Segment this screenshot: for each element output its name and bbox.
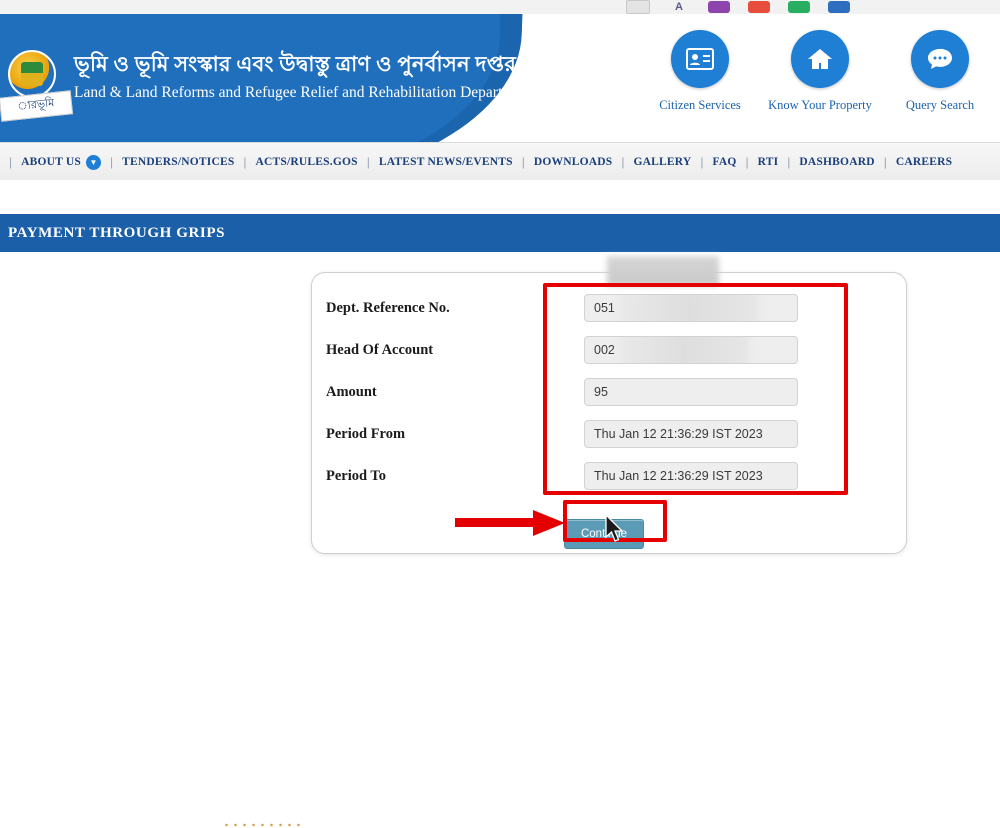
- form-row: Period To Thu Jan 12 21:36:29 IST 2023: [326, 455, 892, 497]
- masked-value-blur: [619, 295, 759, 321]
- nav-item-about-us[interactable]: ABOUT US ▼: [21, 154, 101, 170]
- period-from-field[interactable]: Thu Jan 12 21:36:29 IST 2023: [584, 420, 798, 448]
- nav-separator: |: [366, 155, 370, 169]
- header-quick-links: Citizen Services Know Your Property Quer…: [640, 30, 1000, 113]
- department-title-english: Land & Land Reforms and Refugee Relief a…: [74, 84, 534, 101]
- page-title-banner: PAYMENT THROUGH GRIPS: [0, 214, 1000, 252]
- quick-link-know-your-property[interactable]: Know Your Property: [760, 30, 880, 113]
- continue-button-wrap: Continue: [564, 519, 644, 549]
- purple-app-icon[interactable]: [708, 1, 730, 13]
- nav-separator: |: [110, 155, 114, 169]
- page-band-spacer: [0, 180, 1000, 216]
- quick-link-label: Query Search: [905, 98, 975, 112]
- nav-item-acts-rules-gos[interactable]: ACTS/RULES.GOS: [256, 156, 358, 168]
- home-icon: [791, 30, 849, 88]
- nav-item-dashboard[interactable]: DASHBOARD: [799, 156, 874, 168]
- form-row: Period From Thu Jan 12 21:36:29 IST 2023: [326, 413, 892, 455]
- form-row: Dept. Reference No. 051: [326, 287, 892, 329]
- emblem-disc-icon: [8, 50, 56, 98]
- period-from-label: Period From: [326, 425, 406, 442]
- nav-separator: |: [700, 155, 704, 169]
- head-of-account-label: Head Of Account: [326, 341, 434, 358]
- form-row: Amount 95: [326, 371, 892, 413]
- page-title: PAYMENT THROUGH GRIPS: [8, 224, 226, 241]
- masked-value-blur: [619, 337, 749, 363]
- quick-link-query-search[interactable]: Query Search: [880, 30, 1000, 113]
- nav-item-gallery[interactable]: GALLERY: [633, 156, 691, 168]
- nav-item-downloads[interactable]: DOWNLOADS: [534, 156, 612, 168]
- form-row: Head Of Account 002: [326, 329, 892, 371]
- nav-separator: |: [9, 155, 13, 169]
- chat-bubble-icon: [911, 30, 969, 88]
- nav-separator: |: [243, 155, 247, 169]
- chevron-down-icon: ▼: [86, 154, 101, 170]
- period-to-label: Period To: [326, 467, 387, 484]
- amount-label: Amount: [326, 383, 377, 400]
- window-icon[interactable]: [626, 0, 650, 14]
- nav-item-label: ABOUT US: [21, 156, 81, 168]
- period-from-value: Thu Jan 12 21:36:29 IST 2023: [594, 427, 763, 441]
- amount-field[interactable]: 95: [584, 378, 798, 406]
- browser-chrome-sliver: A: [0, 0, 1000, 15]
- blue-app-icon[interactable]: [828, 1, 850, 13]
- dept-reference-no-label: Dept. Reference No.: [326, 299, 450, 316]
- period-to-field[interactable]: Thu Jan 12 21:36:29 IST 2023: [584, 462, 798, 490]
- quick-link-citizen-services[interactable]: Citizen Services: [640, 30, 760, 113]
- id-card-icon: [671, 30, 729, 88]
- emblem-ribbon-text: ারভূমি: [16, 97, 55, 113]
- dept-reference-no-value: 051: [594, 301, 615, 315]
- letter-a-icon[interactable]: A: [668, 1, 690, 13]
- period-to-value: Thu Jan 12 21:36:29 IST 2023: [594, 469, 763, 483]
- nav-separator: |: [745, 155, 749, 169]
- decorative-dots: [222, 822, 302, 828]
- nav-item-tenders-notices[interactable]: TENDERS/NOTICES: [122, 156, 234, 168]
- quick-link-label: Know Your Property: [768, 98, 872, 112]
- head-of-account-value: 002: [594, 343, 615, 357]
- nav-item-rti[interactable]: RTI: [758, 156, 779, 168]
- head-of-account-field[interactable]: 002: [584, 336, 798, 364]
- dept-reference-no-field[interactable]: 051: [584, 294, 798, 322]
- nav-item-faq[interactable]: FAQ: [712, 156, 736, 168]
- nav-separator: |: [883, 155, 887, 169]
- nav-separator: |: [787, 155, 791, 169]
- quick-link-label: Citizen Services: [659, 98, 741, 112]
- department-title-bengali: ভূমি ও ভূমি সংস্কার এবং উদ্বাস্তু ত্রাণ …: [74, 52, 517, 76]
- amount-value: 95: [594, 385, 608, 399]
- browser-sliver-icons: A: [626, 0, 850, 14]
- nav-separator: |: [521, 155, 525, 169]
- site-header: ারভূমি ভূমি ও ভূমি সংস্কার এবং উদ্বাস্তু…: [0, 14, 1000, 142]
- green-app-icon[interactable]: [788, 1, 810, 13]
- red-app-icon[interactable]: [748, 1, 770, 13]
- main-content: Dept. Reference No. 051 Head Of Account …: [0, 256, 1000, 828]
- blurred-overlay-bar: [607, 256, 719, 286]
- government-emblem: ারভূমি: [0, 36, 74, 122]
- nav-item-careers[interactable]: CAREERS: [896, 156, 952, 168]
- continue-button[interactable]: Continue: [564, 519, 644, 549]
- nav-separator: |: [621, 155, 625, 169]
- nav-item-latest-news-events[interactable]: LATEST NEWS/EVENTS: [379, 156, 513, 168]
- payment-form-card: Dept. Reference No. 051 Head Of Account …: [311, 272, 907, 554]
- main-navigation: | ABOUT US ▼ | TENDERS/NOTICES | ACTS/RU…: [0, 142, 1000, 182]
